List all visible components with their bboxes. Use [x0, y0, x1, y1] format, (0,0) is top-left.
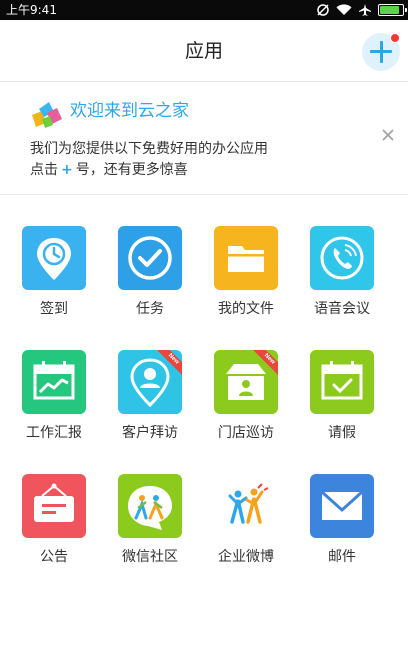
app-item[interactable]: New 门店巡访: [198, 320, 294, 441]
battery-level: [380, 6, 399, 14]
store-icon: New: [214, 350, 278, 414]
app-label: 微信社区: [122, 549, 178, 565]
check-circle-icon: [118, 226, 182, 290]
notification-dot: [390, 33, 400, 43]
location-clock-icon: [22, 226, 86, 290]
app-label: 请假: [328, 425, 356, 441]
yunzhijia-logo-icon: [32, 102, 62, 128]
wifi-icon: [336, 4, 352, 16]
status-icons: [316, 2, 407, 18]
notice-board-icon: [22, 474, 86, 538]
app-item[interactable]: 请假: [294, 320, 390, 441]
app-item[interactable]: 签到: [6, 196, 102, 317]
page-title: 应用: [184, 40, 223, 62]
app-item[interactable]: 工作汇报: [6, 320, 102, 441]
status-time: 上午9:41: [6, 3, 57, 17]
app-item[interactable]: 我的文件: [198, 196, 294, 317]
close-banner-button[interactable]: [380, 127, 396, 143]
welcome-banner: 欢迎来到云之家 我们为您提供以下免费好用的办公应用 点击 + 号，还有更多惊喜: [0, 83, 408, 195]
app-item[interactable]: 任务: [102, 196, 198, 317]
app-label: 邮件: [328, 549, 356, 565]
app-label: 工作汇报: [26, 425, 82, 441]
battery-icon: [378, 4, 407, 16]
app-label: 公告: [40, 549, 68, 565]
status-bar: 上午9:41: [0, 0, 408, 20]
app-label: 签到: [40, 301, 68, 317]
app-item[interactable]: 邮件: [294, 444, 390, 565]
banner-description: 我们为您提供以下免费好用的办公应用: [30, 141, 268, 157]
app-label: 语音会议: [314, 301, 370, 317]
app-item[interactable]: New 客户拜访: [102, 320, 198, 441]
app-item[interactable]: 公告: [6, 444, 102, 565]
app-label: 任务: [136, 301, 164, 317]
app-label: 我的文件: [218, 301, 274, 317]
app-item[interactable]: 语音会议: [294, 196, 390, 317]
app-label: 门店巡访: [218, 425, 274, 441]
people-cheer-icon: [214, 474, 278, 538]
phone-icon: [310, 226, 374, 290]
wechat-community-icon: [118, 474, 182, 538]
app-label: 客户拜访: [122, 425, 178, 441]
app-header: 应用: [0, 20, 408, 82]
airplane-icon: [359, 4, 371, 16]
calendar-check-icon: [310, 350, 374, 414]
person-pin-icon: New: [118, 350, 182, 414]
sync-off-icon: [317, 4, 329, 16]
banner-hint: 点击 + 号，还有更多惊喜: [30, 162, 188, 178]
add-app-button[interactable]: [362, 33, 400, 71]
folder-icon: [214, 226, 278, 290]
banner-title: 欢迎来到云之家: [70, 101, 189, 121]
app-label: 企业微博: [218, 549, 274, 565]
app-item[interactable]: 微信社区: [102, 444, 198, 565]
chart-calendar-icon: [22, 350, 86, 414]
app-item[interactable]: 企业微博: [198, 444, 294, 565]
mail-icon: [310, 474, 374, 538]
inline-plus-icon: +: [61, 162, 73, 178]
